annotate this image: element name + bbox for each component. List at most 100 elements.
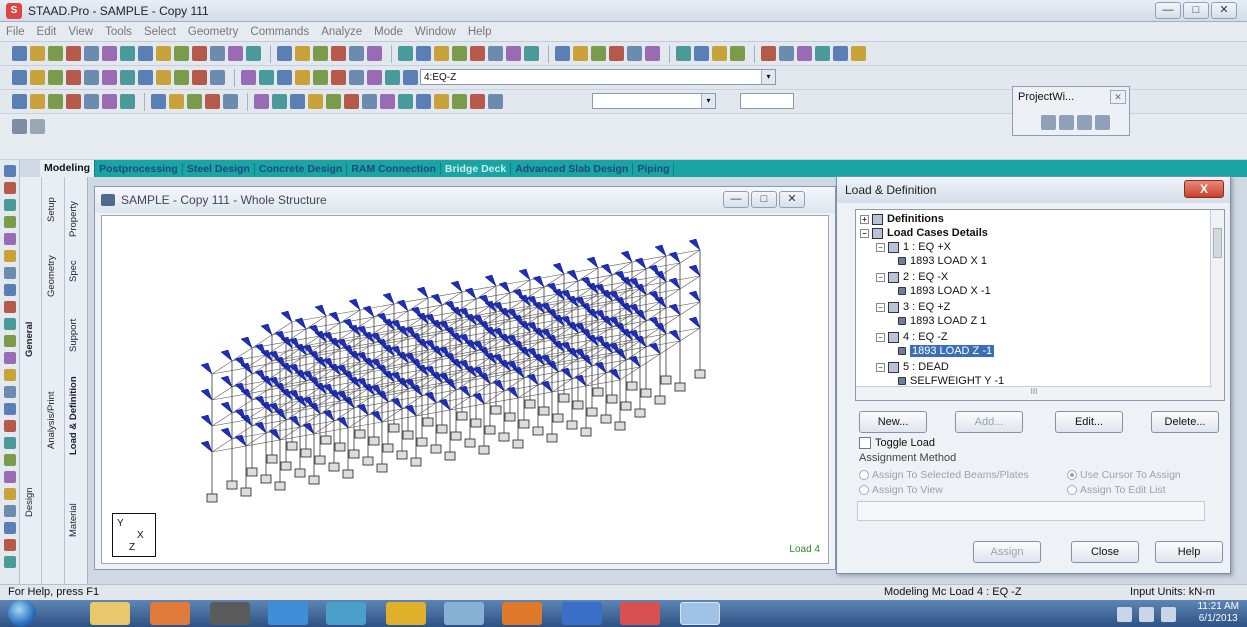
toolbar-button-icon[interactable]: [120, 46, 135, 61]
toolbar-button-icon[interactable]: [48, 46, 63, 61]
menu-mode[interactable]: Mode: [374, 26, 403, 38]
toolbar-button-icon[interactable]: [84, 94, 99, 109]
toolbar-button-icon[interactable]: [66, 46, 81, 61]
toolbar-button-icon[interactable]: [254, 94, 269, 109]
toolbar-button-icon[interactable]: [349, 70, 364, 85]
toolbar-button-icon[interactable]: [524, 46, 539, 61]
toolbar-button-icon[interactable]: [120, 94, 135, 109]
scroll-thumb[interactable]: [1213, 228, 1222, 258]
toolbar-button-icon[interactable]: [259, 70, 274, 85]
vtab-property[interactable]: Property: [68, 201, 79, 237]
tree-node-case-3[interactable]: − 3 : EQ +Z: [876, 300, 950, 314]
project-button-icon[interactable]: [1041, 115, 1056, 130]
view-close-button[interactable]: ✕: [779, 191, 805, 208]
network-icon[interactable]: [1139, 607, 1154, 622]
toolbar-button-icon[interactable]: [779, 46, 794, 61]
vtab-support[interactable]: Support: [68, 319, 79, 352]
tool-icon[interactable]: [3, 318, 16, 330]
toolbar-button-icon[interactable]: [156, 46, 171, 61]
toolbar-button-icon[interactable]: [833, 46, 848, 61]
view-minimize-button[interactable]: —: [723, 191, 749, 208]
collapse-icon[interactable]: −: [860, 228, 869, 238]
tray-icon[interactable]: [1117, 607, 1132, 622]
load-tree[interactable]: + Definitions − Load Cases Details − 1 :…: [855, 209, 1225, 401]
toolbar-button-icon[interactable]: [102, 46, 117, 61]
toolbar-button-icon[interactable]: [367, 70, 382, 85]
add-button[interactable]: Add...: [955, 411, 1023, 433]
tool-icon[interactable]: [3, 403, 16, 415]
paint-taskbar-icon[interactable]: [444, 602, 484, 625]
toolbar-button-icon[interactable]: [12, 94, 27, 109]
vtab-general[interactable]: General: [24, 322, 35, 357]
toolbar-button-icon[interactable]: [573, 46, 588, 61]
structure-model-drawing[interactable]: [102, 216, 829, 564]
tree-item-case-2[interactable]: 1893 LOAD X -1: [898, 284, 991, 298]
toolbar-button-icon[interactable]: [84, 70, 99, 85]
toolbar-button-icon[interactable]: [470, 46, 485, 61]
toolbar-button-icon[interactable]: [228, 46, 243, 61]
toolbar-button-icon[interactable]: [367, 46, 382, 61]
office-taskbar-icon[interactable]: [150, 602, 190, 625]
tool-icon[interactable]: [3, 199, 16, 211]
toolbar-button-icon[interactable]: [138, 46, 153, 61]
tab-modeling[interactable]: Modeling: [40, 160, 96, 177]
radio-use-cursor[interactable]: Use Cursor To Assign: [1067, 469, 1181, 481]
assign-button[interactable]: Assign: [973, 541, 1041, 563]
toolbar-button-icon[interactable]: [174, 70, 189, 85]
tool-icon[interactable]: [3, 267, 16, 279]
toolbar-button-icon[interactable]: [12, 46, 27, 61]
toolbar-button-icon[interactable]: [295, 70, 310, 85]
collapse-icon[interactable]: −: [876, 272, 885, 282]
vtab-design[interactable]: Design: [24, 487, 35, 517]
app-taskbar-icon[interactable]: [210, 602, 250, 625]
toolbar-button-icon[interactable]: [452, 46, 467, 61]
tool-icon[interactable]: [3, 488, 16, 500]
tree-node-case-1[interactable]: − 1 : EQ +X: [876, 240, 951, 254]
toolbar-button-icon[interactable]: [48, 94, 63, 109]
menu-select[interactable]: Select: [144, 26, 176, 38]
checkbox-box[interactable]: [859, 437, 871, 449]
chrome-taskbar-icon[interactable]: [386, 602, 426, 625]
tool-icon[interactable]: [3, 284, 16, 296]
menu-view[interactable]: View: [68, 26, 93, 38]
toolbar-button-icon[interactable]: [210, 46, 225, 61]
dialog-close-button[interactable]: Close: [1071, 541, 1139, 563]
toolbar-button-icon[interactable]: [187, 94, 202, 109]
word-taskbar-icon[interactable]: [562, 602, 602, 625]
toolbar-button-icon[interactable]: [156, 70, 171, 85]
tool-icon[interactable]: [3, 352, 16, 364]
close-button[interactable]: ✕: [1211, 2, 1237, 19]
tool-icon[interactable]: [3, 233, 16, 245]
chevron-down-icon[interactable]: ▾: [701, 94, 715, 108]
staad-taskbar-icon[interactable]: [680, 602, 720, 625]
toolbar-button-icon[interactable]: [241, 70, 256, 85]
toolbar-button-icon[interactable]: [223, 94, 238, 109]
toolbar-button-icon[interactable]: [712, 46, 727, 61]
dialog-close-icon[interactable]: X: [1184, 180, 1224, 198]
maximize-button[interactable]: □: [1183, 2, 1209, 19]
toolbar-button-icon[interactable]: [506, 46, 521, 61]
explorer-taskbar-icon[interactable]: [90, 602, 130, 625]
toolbar-button-icon[interactable]: [169, 94, 184, 109]
tab-steel-design[interactable]: Steel Design: [183, 162, 255, 175]
toolbar-button-icon[interactable]: [308, 94, 323, 109]
tool-icon[interactable]: [3, 250, 16, 262]
toolbar-button-icon[interactable]: [313, 46, 328, 61]
menu-analyze[interactable]: Analyze: [321, 26, 362, 38]
toolbar-button-icon[interactable]: [591, 46, 606, 61]
toolbar-button-icon[interactable]: [362, 94, 377, 109]
tab-bridge-deck[interactable]: Bridge Deck: [441, 162, 512, 175]
vtab-setup[interactable]: Setup: [46, 197, 57, 222]
tree-item-case-4-selected[interactable]: 1893 LOAD Z -1: [898, 344, 995, 358]
toolbar-button-icon[interactable]: [380, 94, 395, 109]
menu-help[interactable]: Help: [468, 26, 492, 38]
collapse-icon[interactable]: −: [876, 362, 885, 372]
radio-assign-edit-list[interactable]: Assign To Edit List: [1067, 484, 1166, 496]
menu-tools[interactable]: Tools: [105, 26, 132, 38]
toolbar-button-icon[interactable]: [627, 46, 642, 61]
toolbar-button-icon[interactable]: [30, 94, 45, 109]
toolbar-button-icon[interactable]: [331, 70, 346, 85]
toolbar-button-icon[interactable]: [151, 94, 166, 109]
toolbar-button-icon[interactable]: [398, 46, 413, 61]
tree-node-load-cases[interactable]: − Load Cases Details: [860, 226, 988, 240]
